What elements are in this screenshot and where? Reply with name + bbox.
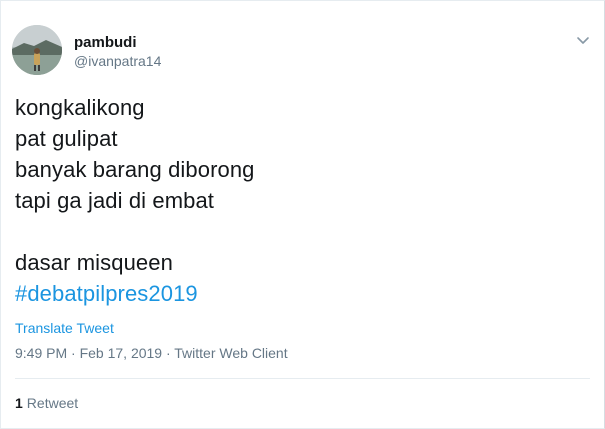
retweet-stats[interactable]: 1 Retweet [15, 395, 78, 411]
retweet-count: 1 [15, 395, 23, 411]
tweet-line: tapi ga jadi di embat [15, 188, 215, 213]
author-name[interactable]: pambudi [74, 34, 161, 52]
author-handle[interactable]: @ivanpatra14 [74, 52, 161, 70]
tweet-line: kongkalikong [15, 95, 145, 120]
tweet-text: kongkalikong pat gulipat banyak barang d… [15, 92, 255, 309]
tweet-line: banyak barang diborong [15, 157, 255, 182]
avatar-photo [12, 25, 62, 75]
chevron-down-icon[interactable] [576, 33, 590, 47]
tweet-line: dasar misqueen [15, 250, 173, 275]
avatar[interactable] [12, 25, 62, 75]
tweet-card: pambudi @ivanpatra14 kongkalikong pat gu… [0, 0, 605, 429]
retweet-label: Retweet [26, 395, 79, 411]
tweet-metadata[interactable]: 9:49 PM · Feb 17, 2019 · Twitter Web Cli… [15, 345, 288, 361]
tweet-line: pat gulipat [15, 126, 118, 151]
divider [15, 378, 590, 379]
translate-tweet-link[interactable]: Translate Tweet [15, 320, 114, 336]
hashtag-link[interactable]: #debatpilpres2019 [15, 278, 255, 309]
user-info: pambudi @ivanpatra14 [74, 34, 161, 70]
